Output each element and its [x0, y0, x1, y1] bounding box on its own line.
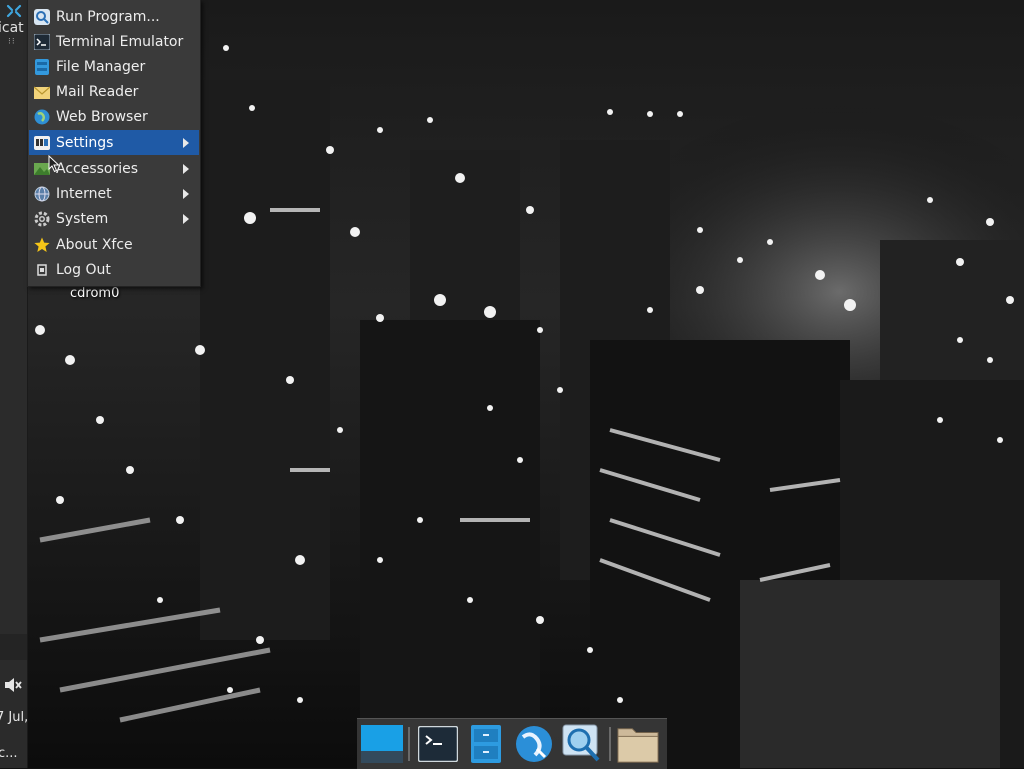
- applications-menu-button[interactable]: icat ⁝⁝: [0, 0, 27, 47]
- menu-item-file-manager[interactable]: File Manager: [29, 54, 199, 79]
- menu-item-label: Log Out: [56, 261, 111, 278]
- menu-item-about-xfce[interactable]: About Xfce: [29, 232, 199, 257]
- menu-item-label: System: [56, 210, 109, 227]
- menu-item-run-program[interactable]: Run Program...: [29, 4, 199, 29]
- menu-item-label: Settings: [56, 134, 114, 151]
- dock-terminal[interactable]: [417, 724, 459, 764]
- submenu-arrow-icon: [183, 188, 189, 199]
- terminal-icon: [418, 726, 458, 762]
- search-icon: [562, 724, 600, 762]
- dock-show-desktop[interactable]: [361, 724, 403, 764]
- menu-item-mail-reader[interactable]: Mail Reader: [29, 79, 199, 104]
- menu-item-log-out[interactable]: Log Out: [29, 257, 199, 282]
- desktop-icon: [361, 725, 403, 763]
- menu-item-internet[interactable]: Internet: [29, 181, 199, 206]
- clock-time[interactable]: c...: [0, 746, 18, 761]
- menu-item-web-browser[interactable]: Web Browser: [29, 104, 199, 129]
- dock-separator: [609, 727, 611, 761]
- search-icon: [34, 8, 50, 25]
- desktop-icon-cdrom0-label[interactable]: cdrom0: [70, 286, 119, 301]
- terminal-icon: [34, 33, 50, 50]
- globe-icon: [34, 109, 50, 125]
- dock-web-browser[interactable]: [513, 724, 555, 764]
- menu-item-label: About Xfce: [56, 236, 133, 253]
- dock-app-finder[interactable]: [561, 724, 603, 764]
- file-manager-icon: [34, 58, 50, 75]
- menu-item-label: Accessories: [56, 160, 139, 177]
- menu-item-label: File Manager: [56, 58, 146, 75]
- menu-item-label: Run Program...: [56, 8, 160, 25]
- left-panel: icat ⁝⁝ 7 Jul, c...: [0, 0, 28, 768]
- menu-item-label: Terminal Emulator: [56, 33, 184, 50]
- volume-muted-icon[interactable]: [3, 676, 23, 694]
- star-icon: [34, 237, 50, 253]
- file-manager-icon: [471, 725, 501, 763]
- applications-label: icat: [0, 20, 24, 36]
- settings-icon: [34, 135, 50, 151]
- gear-icon: [34, 211, 50, 227]
- menu-item-label: Internet: [56, 185, 112, 202]
- menu-item-terminal-emulator[interactable]: Terminal Emulator: [29, 29, 199, 54]
- clock-date[interactable]: 7 Jul,: [0, 710, 27, 725]
- dock-file-manager[interactable]: [465, 724, 507, 764]
- menu-item-label: Mail Reader: [56, 83, 139, 100]
- folder-icon: [617, 728, 659, 763]
- handle-dots: ⁝⁝: [8, 37, 16, 47]
- submenu-arrow-icon: [183, 213, 189, 224]
- dock-home-folder[interactable]: [617, 724, 659, 764]
- submenu-arrow-icon: [183, 163, 189, 174]
- globe-icon: [516, 726, 552, 762]
- mail-icon: [34, 84, 50, 100]
- logout-icon: [34, 262, 50, 278]
- bottom-dock: [357, 718, 667, 769]
- menu-item-settings[interactable]: Settings: [29, 130, 199, 155]
- dock-separator: [408, 727, 410, 761]
- mouse-pointer-icon: [48, 155, 60, 173]
- submenu-arrow-icon: [183, 137, 189, 148]
- menu-item-system[interactable]: System: [29, 206, 199, 231]
- internet-icon: [34, 186, 50, 202]
- xfce-logo-icon: [6, 4, 22, 18]
- panel-separator: [0, 634, 27, 660]
- menu-item-label: Web Browser: [56, 108, 148, 125]
- applications-menu: Run Program... Terminal Emulator File Ma…: [27, 0, 201, 287]
